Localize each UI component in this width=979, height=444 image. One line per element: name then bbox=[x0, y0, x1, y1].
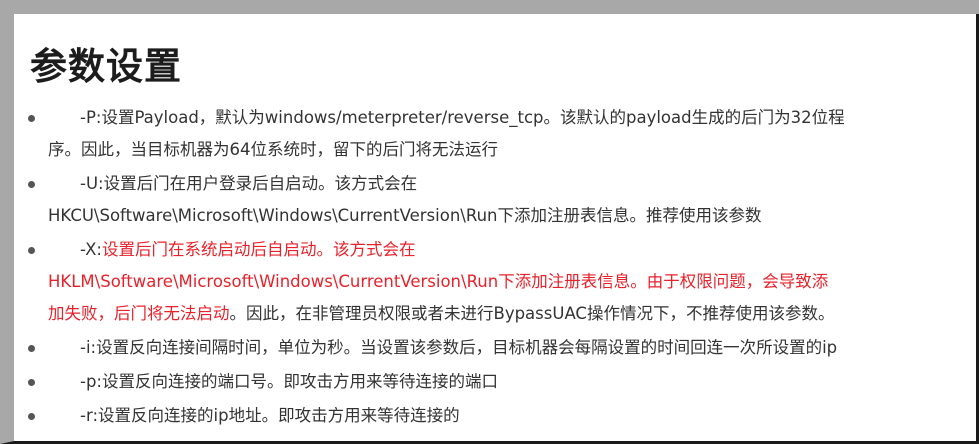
item-tail-text: 。因此，在非管理员权限或者未进行BypassUAC操作情况下，不推荐使用该参数。 bbox=[229, 304, 835, 323]
item-text-line1: -U:设置后门在用户登录后自启动。该方式会在 bbox=[80, 174, 418, 193]
bullet-icon bbox=[28, 379, 35, 386]
bullet-icon bbox=[28, 181, 35, 188]
list-item-i: -i:设置反向连接间隔时间，单位为秒。当设置该参数后，目标机器会每隔设置的时间回… bbox=[28, 332, 948, 364]
list-item-U: -U:设置后门在用户登录后自启动。该方式会在 HKCU\Software\Mic… bbox=[28, 168, 948, 232]
page-title: 参数设置 bbox=[30, 45, 182, 88]
list-item-X: -X:设置后门在系统启动后自启动。该方式会在 HKLM\Software\Mic… bbox=[28, 234, 948, 330]
item-text-line2: 序。因此，当目标机器为64位系统时，留下的后门将无法运行 bbox=[48, 140, 498, 159]
item-text-line1: -P:设置Payload，默认为windows/meterpreter/reve… bbox=[80, 108, 845, 127]
document-frame: 参数设置 -P:设置Payload，默认为windows/meterpreter… bbox=[0, 0, 979, 444]
list-item-r: -r:设置反向连接的ip地址。即攻击方用来等待连接的 bbox=[28, 400, 948, 432]
list-item-p: -p:设置反向连接的端口号。即攻击方用来等待连接的端口 bbox=[28, 366, 948, 398]
item-prefix: -X: bbox=[80, 240, 102, 259]
bullet-icon bbox=[28, 413, 35, 420]
item-text-line1: -r:设置反向连接的ip地址。即攻击方用来等待连接的 bbox=[80, 406, 460, 425]
parameter-list: -P:设置Payload，默认为windows/meterpreter/reve… bbox=[28, 102, 948, 432]
item-text-line1: -p:设置反向连接的端口号。即攻击方用来等待连接的端口 bbox=[80, 372, 498, 391]
highlight-text-2: HKLM\Software\Microsoft\Windows\CurrentV… bbox=[48, 272, 829, 291]
highlight-text-1: 设置后门在系统启动后自启动。该方式会在 bbox=[102, 240, 416, 259]
item-text-line1: -i:设置反向连接间隔时间，单位为秒。当设置该参数后，目标机器会每隔设置的时间回… bbox=[80, 338, 838, 357]
item-text-line2: HKCU\Software\Microsoft\Windows\CurrentV… bbox=[48, 206, 762, 225]
highlight-text-3: 加失败，后门将无法启动 bbox=[48, 304, 230, 323]
bullet-icon bbox=[28, 247, 35, 254]
bullet-icon bbox=[28, 345, 35, 352]
list-item-P: -P:设置Payload，默认为windows/meterpreter/reve… bbox=[28, 102, 948, 166]
bullet-icon bbox=[28, 115, 35, 122]
